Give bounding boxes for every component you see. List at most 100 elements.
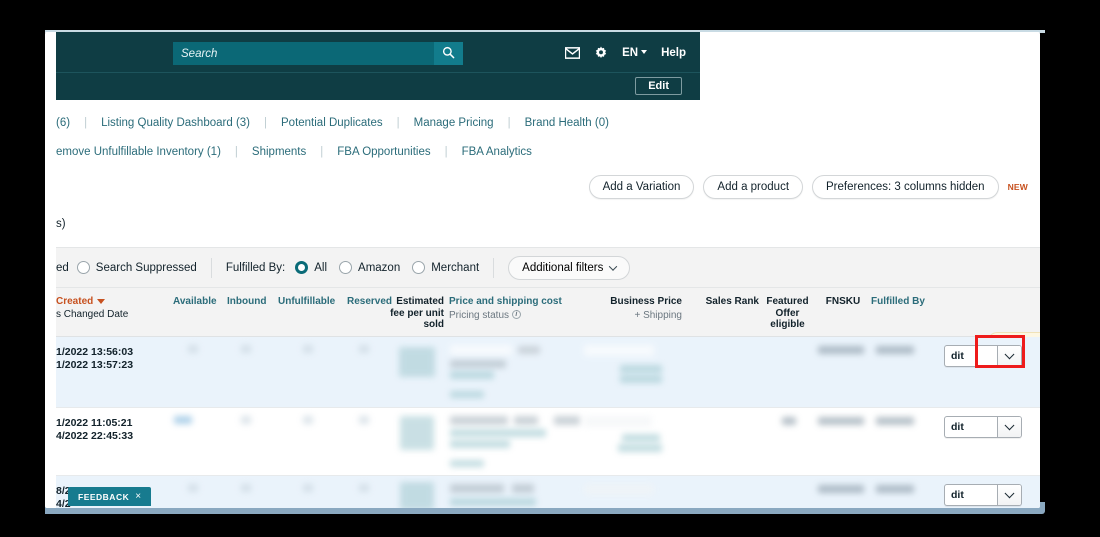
filter-fulfilled-amazon[interactable]: Amazon [339, 261, 400, 274]
redacted-cell-content [399, 347, 435, 377]
filter-search-suppressed[interactable]: Search Suppressed [76, 261, 197, 274]
redacted-cell-content [554, 416, 580, 425]
redacted-cell-content [400, 416, 434, 450]
subnav-divider: | [264, 117, 267, 129]
table-row[interactable]: 8/2022 13:24:23 4/2 dit [56, 476, 1040, 508]
redacted-cell-content [514, 416, 538, 425]
browser-viewport: EN Help Edit (6) | Listing Quality Dashb… [45, 32, 1040, 508]
subnav-item-fba-analytics[interactable]: FBA Analytics [462, 146, 532, 158]
column-header-available[interactable]: Available [173, 296, 217, 308]
language-selector[interactable]: EN [622, 47, 648, 59]
row-edit-label: dit [951, 489, 964, 501]
help-link[interactable]: Help [661, 47, 686, 59]
preferences-button[interactable]: Preferences: 3 columns hidden [812, 175, 999, 199]
envelope-icon[interactable] [565, 46, 581, 59]
chevron-down-icon [1004, 487, 1015, 498]
subnav-divider: | [84, 117, 88, 129]
feedback-label: FEEDBACK [78, 491, 130, 502]
filter-fulfilled-merchant[interactable]: Merchant [412, 261, 479, 274]
radio-icon[interactable] [339, 261, 353, 274]
column-header-fulfilled-by[interactable]: Fulfilled By [871, 296, 935, 308]
redacted-cell-content [359, 416, 369, 424]
subnav-item-manage-pricing[interactable]: Manage Pricing [414, 117, 494, 129]
redacted-cell-content [584, 484, 654, 495]
subnav-row-secondary: emove Unfulfillable Inventory (1) | Ship… [45, 146, 1040, 158]
redacted-cell-content [876, 485, 914, 493]
table-row[interactable]: 1/2022 11:05:21 4/2022 22:45:33 dit [56, 408, 1040, 476]
magnifier-icon [442, 46, 455, 62]
redacted-cell-content [450, 440, 510, 448]
column-header-sales-rank: Sales Rank [705, 296, 759, 307]
column-header-created[interactable]: Created s Changed Date [56, 296, 156, 320]
subnav-item-brand-health[interactable]: Brand Health (0) [525, 117, 609, 129]
table-row[interactable]: 1/2022 13:56:03 1/2022 13:57:23 dit [56, 337, 1040, 408]
redacted-cell-content [188, 484, 198, 492]
subnav-divider: | [320, 146, 324, 158]
filter-divider [210, 257, 212, 278]
filter-search-suppressed-label: Search Suppressed [95, 261, 197, 274]
column-header-business-price: Business Price + Shipping [596, 296, 682, 321]
subnav-item-remove-unfulfillable-inventory[interactable]: emove Unfulfillable Inventory (1) [56, 146, 221, 158]
column-header-business-price-sub: + Shipping [634, 309, 682, 321]
redacted-cell-content [450, 371, 494, 379]
close-icon[interactable]: × [135, 491, 141, 502]
redacted-cell-content [518, 346, 540, 354]
redacted-cell-content [450, 460, 484, 467]
subnav-item-potential-duplicates[interactable]: Potential Duplicates [281, 117, 383, 129]
filter-toolbar: ed Search Suppressed Fulfilled By: All A… [56, 247, 1040, 288]
redacted-cell-content [303, 416, 313, 424]
add-a-variation-button[interactable]: Add a Variation [588, 175, 695, 199]
search-suppressed-prefix: ed [56, 261, 69, 274]
row-status-changed-date: 1/2022 13:57:23 [56, 359, 134, 371]
edit-button[interactable]: Edit [635, 77, 682, 95]
redacted-cell-content [818, 346, 864, 354]
radio-icon[interactable] [76, 261, 90, 274]
redacted-cell-content [450, 345, 512, 355]
subnav-item-shipments[interactable]: Shipments [252, 146, 306, 158]
chevron-down-icon [641, 50, 648, 55]
row-edit-dropdown-button[interactable] [997, 417, 1021, 437]
subnav-item-listing-quality-dashboard[interactable]: Listing Quality Dashboard (3) [101, 117, 250, 129]
row-dates: 1/2022 11:05:21 4/2022 22:45:33 [56, 417, 133, 443]
redacted-cell-content [620, 365, 662, 373]
redacted-cell-content [241, 484, 251, 492]
column-header-inbound[interactable]: Inbound [227, 296, 266, 308]
radio-selected-icon[interactable] [295, 261, 309, 274]
row-edit-dropdown-button[interactable] [997, 346, 1021, 366]
row-created-date: 1/2022 11:05:21 [56, 417, 133, 429]
additional-filters-button[interactable]: Additional filters [508, 255, 631, 280]
redacted-cell-content [876, 417, 914, 425]
row-created-date: 1/2022 13:56:03 [56, 346, 134, 358]
redacted-cell-content [618, 444, 662, 452]
search-button[interactable] [434, 42, 463, 65]
column-header-price-and-shipping-cost[interactable]: Price and shipping cost Pricing status i [449, 296, 599, 321]
column-header-unfulfillable[interactable]: Unfulfillable [278, 296, 335, 308]
redacted-cell-content [241, 416, 251, 424]
row-edit-dropdown[interactable]: dit [944, 345, 1022, 367]
subnav-item-count[interactable]: (6) [56, 117, 70, 129]
subnav-divider: | [234, 146, 238, 158]
filter-fulfilled-all[interactable]: All [295, 261, 327, 274]
row-edit-dropdown[interactable]: dit [944, 416, 1022, 438]
info-icon[interactable]: i [511, 310, 521, 320]
additional-filters-label: Additional filters [522, 261, 604, 274]
row-edit-dropdown-button[interactable] [997, 485, 1021, 505]
chevron-down-icon [1004, 348, 1015, 359]
filter-fulfilled-all-label: All [314, 261, 328, 274]
row-edit-dropdown[interactable]: dit [944, 484, 1022, 506]
redacted-cell-content [303, 345, 313, 353]
subnav-row-primary: (6) | Listing Quality Dashboard (3) | Po… [45, 117, 1040, 129]
feedback-tab[interactable]: FEEDBACK × [68, 487, 151, 506]
redacted-cell-content [450, 360, 506, 368]
gear-icon[interactable] [594, 46, 608, 60]
add-a-product-button[interactable]: Add a product [703, 175, 804, 199]
search-bar[interactable] [173, 42, 463, 65]
redacted-cell-content [241, 345, 251, 353]
search-input[interactable] [173, 42, 434, 65]
subnav-item-fba-opportunities[interactable]: FBA Opportunities [337, 146, 430, 158]
column-header-business-price-label: Business Price [610, 296, 682, 307]
redacted-cell-content [818, 485, 864, 493]
redacted-cell-content [876, 346, 914, 354]
radio-icon[interactable] [412, 261, 426, 274]
redacted-cell-content [620, 375, 662, 383]
